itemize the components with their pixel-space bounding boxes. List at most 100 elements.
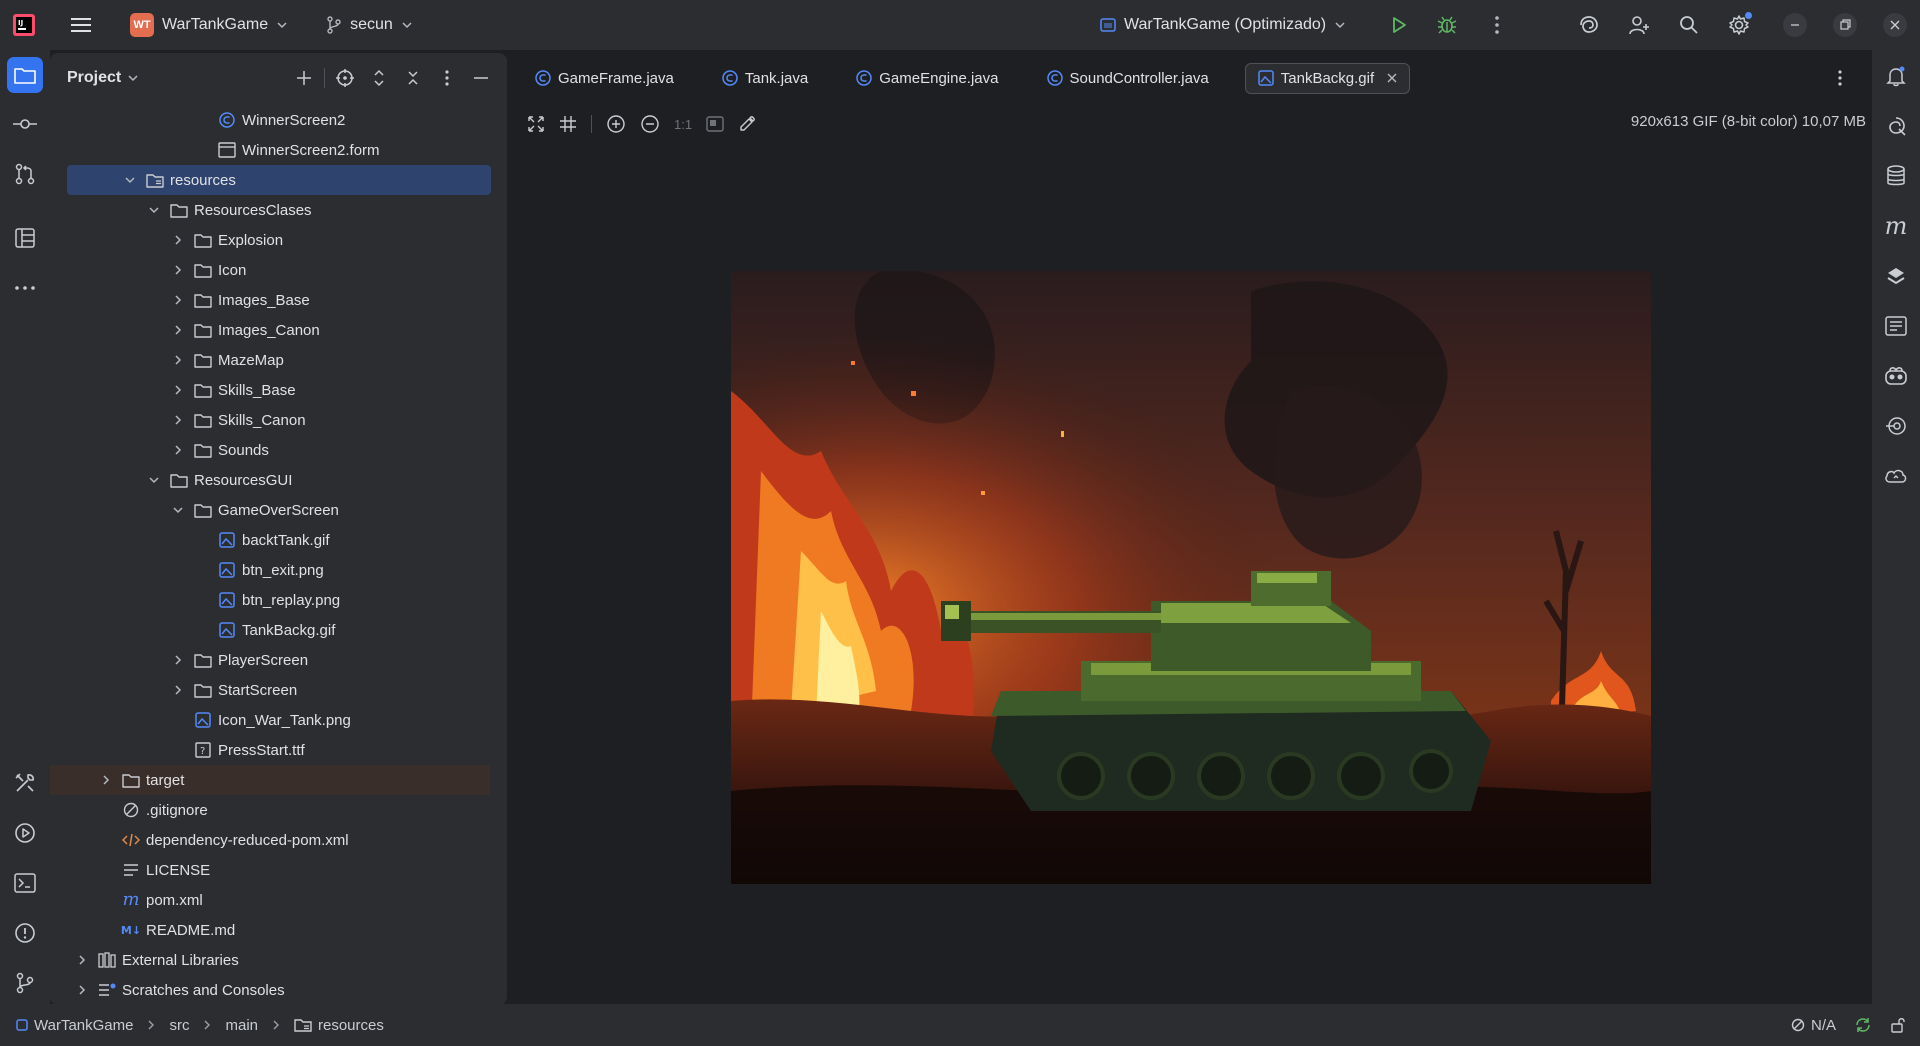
commit-tool-button[interactable] — [7, 106, 43, 142]
zoom-out-icon[interactable] — [640, 114, 660, 134]
problems-tool-button[interactable] — [7, 915, 43, 951]
terminal-tool-button[interactable] — [7, 865, 43, 901]
panel-options-button[interactable] — [433, 64, 461, 92]
notifications-button[interactable] — [1878, 58, 1914, 94]
tree-item[interactable]: resources — [67, 165, 491, 195]
actual-size-button[interactable]: 1:1 — [674, 117, 692, 132]
tab-options-button[interactable] — [1830, 67, 1850, 89]
breadcrumb-item[interactable]: src — [169, 1017, 189, 1034]
tree-item[interactable]: Images_Canon — [50, 315, 490, 345]
chevron-right-icon[interactable] — [170, 262, 186, 278]
tree-item[interactable]: Skills_Base — [50, 375, 490, 405]
more-tools-button[interactable] — [7, 270, 43, 306]
tree-item[interactable]: WinnerScreen2.form — [50, 135, 490, 165]
chevron-right-icon[interactable] — [98, 772, 114, 788]
chevron-right-icon[interactable] — [170, 352, 186, 368]
chevron-right-icon[interactable] — [170, 322, 186, 338]
tree-item[interactable]: MazeMap — [50, 345, 490, 375]
project-tool-button[interactable] — [7, 57, 43, 93]
chevron-down-icon[interactable] — [146, 472, 162, 488]
tree-item[interactable]: LICENSE — [50, 855, 490, 885]
tree-item[interactable]: m pom.xml — [50, 885, 490, 915]
tree-item[interactable]: ? PressStart.ttf — [50, 735, 490, 765]
chevron-right-icon[interactable] — [170, 292, 186, 308]
tree-item[interactable]: ResourcesClases — [50, 195, 490, 225]
tree-item[interactable]: Images_Base — [50, 285, 490, 315]
chevron-down-icon[interactable] — [170, 502, 186, 518]
close-tab-icon[interactable] — [1387, 73, 1397, 83]
minimize-button[interactable] — [1770, 0, 1820, 50]
fit-zoom-icon[interactable] — [527, 115, 545, 133]
tree-item[interactable]: .gitignore — [50, 795, 490, 825]
tree-item[interactable]: btn_replay.png — [50, 585, 490, 615]
project-view-selector[interactable]: Project — [67, 69, 139, 87]
cloud-button[interactable] — [1878, 458, 1914, 494]
search-button[interactable] — [1664, 0, 1714, 50]
chevron-right-icon[interactable] — [74, 982, 90, 998]
run-button[interactable] — [1384, 10, 1414, 40]
tree-item[interactable]: Explosion — [50, 225, 490, 255]
copilot-button[interactable] — [1878, 358, 1914, 394]
chevron-right-icon[interactable] — [170, 652, 186, 668]
hide-panel-button[interactable] — [467, 64, 495, 92]
tab-tankbackg[interactable]: TankBackg.gif — [1244, 62, 1411, 94]
tree-item[interactable]: dependency-reduced-pom.xml — [50, 825, 490, 855]
new-file-button[interactable] — [290, 64, 318, 92]
tree-item[interactable]: Sounds — [50, 435, 490, 465]
git-tool-button[interactable] — [7, 965, 43, 1001]
tree-item[interactable]: M↓ README.md — [50, 915, 490, 945]
chevron-right-icon[interactable] — [170, 442, 186, 458]
tree-item[interactable]: StartScreen — [50, 675, 490, 705]
branch-switcher[interactable]: secun — [318, 10, 421, 40]
breadcrumb-item[interactable]: resources — [318, 1017, 384, 1034]
sync-icon[interactable] — [1854, 1016, 1872, 1034]
run-tool-button[interactable] — [7, 815, 43, 851]
gradle-button[interactable] — [1878, 258, 1914, 294]
main-menu-icon[interactable] — [66, 10, 96, 40]
chevron-right-icon[interactable] — [170, 382, 186, 398]
add-user-button[interactable] — [1614, 0, 1664, 50]
tree-item[interactable]: TankBackg.gif — [50, 615, 490, 645]
ai-chat-button[interactable] — [1878, 108, 1914, 144]
tab-soundcontroller[interactable]: SoundController.java — [1035, 64, 1221, 93]
tree-item[interactable]: PlayerScreen — [50, 645, 490, 675]
tab-gameframe[interactable]: GameFrame.java — [523, 64, 686, 93]
build-tool-button[interactable] — [7, 765, 43, 801]
structure-tool-button[interactable] — [7, 220, 43, 256]
tree-item[interactable]: Icon_War_Tank.png — [50, 705, 490, 735]
restore-button[interactable] — [1820, 0, 1870, 50]
pull-requests-tool-button[interactable] — [7, 156, 43, 192]
tree-item[interactable]: Icon — [50, 255, 490, 285]
close-window-button[interactable] — [1870, 0, 1920, 50]
color-picker-icon[interactable] — [738, 115, 756, 133]
expand-all-button[interactable] — [365, 64, 393, 92]
lock-icon[interactable] — [1890, 1017, 1906, 1033]
collapse-all-button[interactable] — [399, 64, 427, 92]
chevron-right-icon[interactable] — [170, 412, 186, 428]
tree-item[interactable]: WinnerScreen2 — [50, 105, 490, 135]
tab-gameengine[interactable]: GameEngine.java — [844, 64, 1010, 93]
tab-tank[interactable]: Tank.java — [710, 64, 820, 93]
select-opened-file-button[interactable] — [331, 64, 359, 92]
more-actions-button[interactable] — [1482, 10, 1512, 40]
breadcrumb-item[interactable]: main — [225, 1017, 258, 1034]
chevron-down-icon[interactable] — [122, 172, 138, 188]
tree-item[interactable]: External Libraries — [50, 945, 490, 975]
ai-assistant-button[interactable] — [1564, 0, 1614, 50]
chevron-right-icon[interactable] — [170, 682, 186, 698]
database-button[interactable] — [1878, 158, 1914, 194]
tree-item[interactable]: Skills_Canon — [50, 405, 490, 435]
chevron-right-icon[interactable] — [170, 232, 186, 248]
project-switcher[interactable]: WT WarTankGame — [122, 7, 296, 43]
tree-item[interactable]: target — [50, 765, 490, 795]
inspection-status[interactable]: N/A — [1791, 1017, 1836, 1034]
endpoints-button[interactable] — [1878, 308, 1914, 344]
services-button[interactable] — [1878, 408, 1914, 444]
tree-item[interactable]: backtTank.gif — [50, 525, 490, 555]
tree-item[interactable]: GameOverScreen — [50, 495, 490, 525]
debug-button[interactable] — [1432, 10, 1462, 40]
tree-item[interactable]: Scratches and Consoles — [50, 975, 490, 1005]
zoom-in-icon[interactable] — [606, 114, 626, 134]
tree-item[interactable]: btn_exit.png — [50, 555, 490, 585]
settings-button[interactable] — [1714, 0, 1764, 50]
